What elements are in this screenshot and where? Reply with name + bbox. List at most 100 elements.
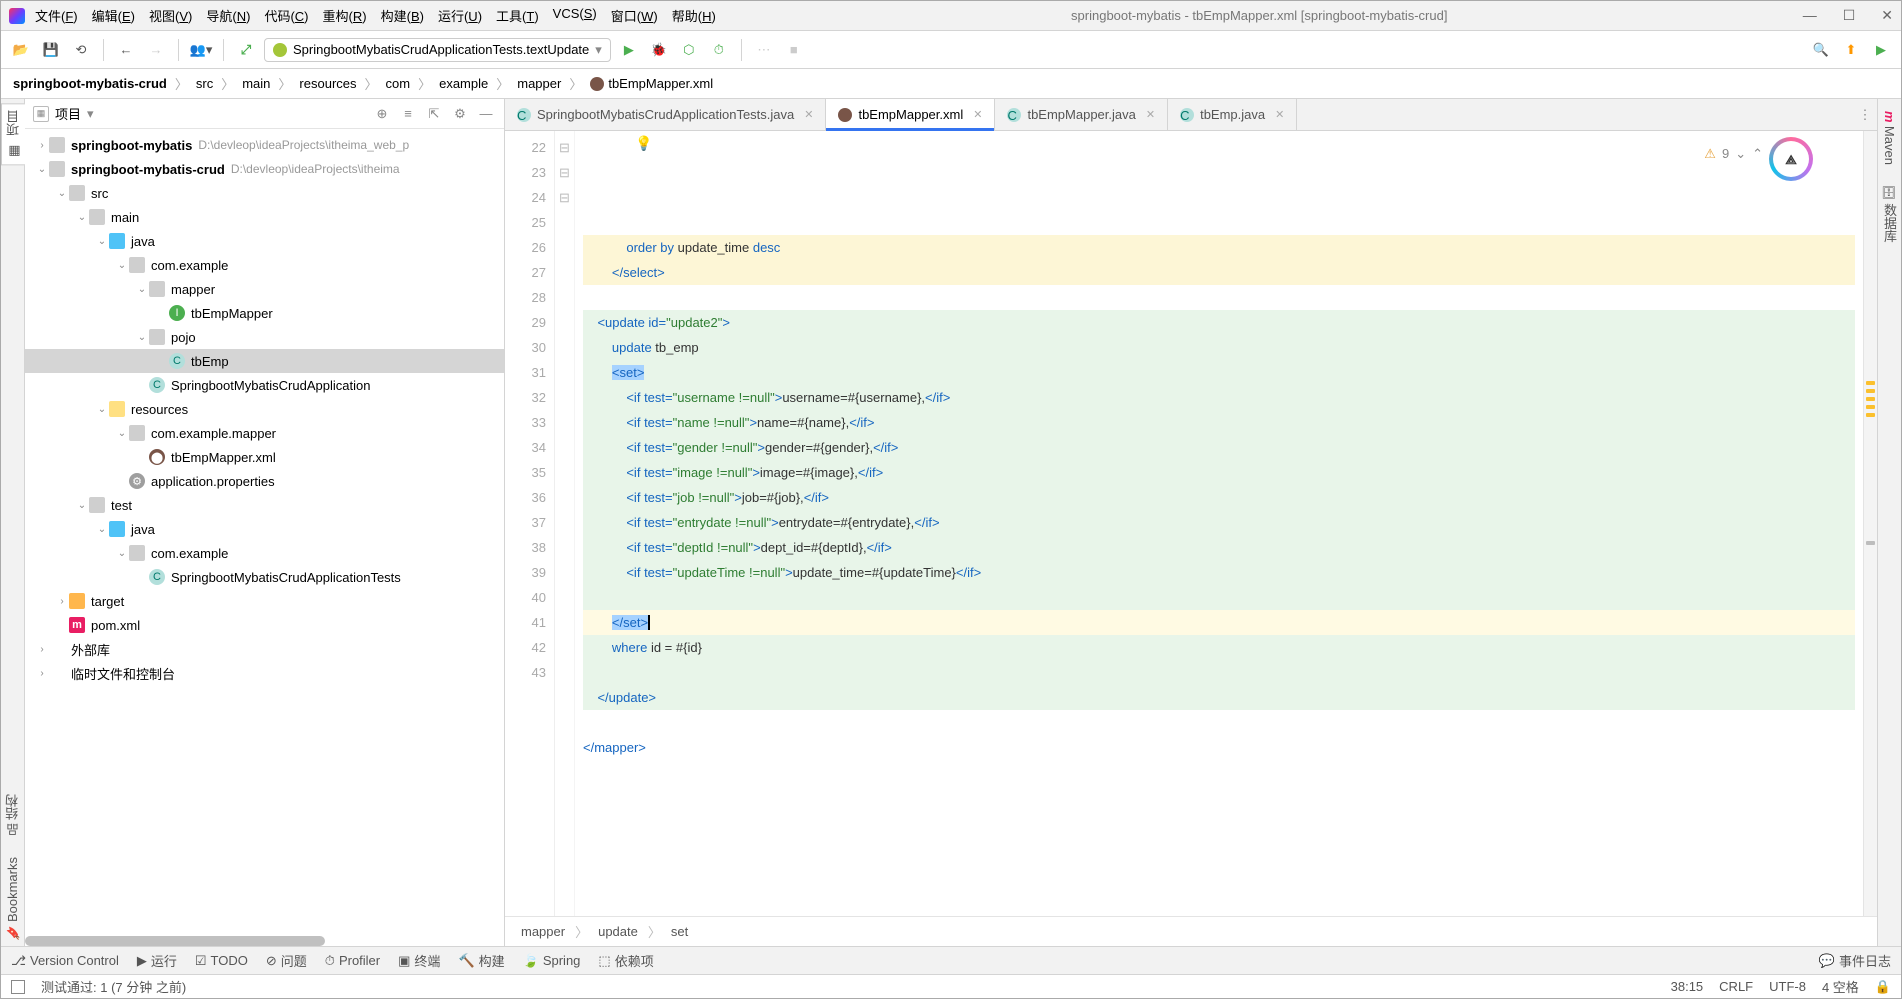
tree-row[interactable]: ⬤tbEmpMapper.xml [25,445,504,469]
code-line[interactable] [583,710,1855,735]
tree-row[interactable]: ⌄test [25,493,504,517]
code-area[interactable]: ⟁ ⚠9 ⌄ ⌃ order by update_time desc </sel… [575,131,1863,916]
code-line[interactable] [583,285,1855,310]
code-line[interactable]: </update> [583,685,1855,710]
project-tool-tab[interactable]: ▦ 项目 [1,103,25,165]
locate-icon[interactable]: ⊕ [372,104,392,124]
code-line[interactable]: <update id="update2"> [583,310,1855,335]
code-line[interactable]: <if test="entrydate !=null">entrydate=#{… [583,510,1855,535]
editor-tab[interactable]: ●tbEmpMapper.xml✕ [826,99,995,130]
breadcrumb-item[interactable]: example [439,76,488,91]
tree-row[interactable]: ›target [25,589,504,613]
bottom-tool-运行[interactable]: ▶ 运行 [137,951,177,970]
code-line[interactable]: order by update_time desc [583,235,1855,260]
bottom-tool-终端[interactable]: ▣ 终端 [398,951,440,970]
minimize-button[interactable]: — [1803,7,1817,24]
project-tree[interactable]: ›springboot-mybatisD:\devleop\ideaProjec… [25,129,504,946]
tree-row[interactable]: ⚙application.properties [25,469,504,493]
status-lock-icon[interactable]: 🔒 [1875,979,1891,995]
attach-icon[interactable]: ⋯ [752,38,776,62]
tree-row[interactable]: mpom.xml [25,613,504,637]
code-line[interactable] [583,660,1855,685]
menu-item[interactable]: 工具(T) [496,6,539,25]
bottom-tool-构建[interactable]: 🔨 构建 [458,951,504,970]
tree-row[interactable]: CtbEmp [25,349,504,373]
run-config-selector[interactable]: SpringbootMybatisCrudApplicationTests.te… [264,38,611,62]
search-icon[interactable]: 🔍 [1809,38,1833,62]
code-line[interactable]: </mapper> [583,735,1855,760]
menu-item[interactable]: 帮助(H) [672,6,716,25]
tree-row[interactable]: ⌄src [25,181,504,205]
forward-icon[interactable]: → [144,38,168,62]
code-line[interactable]: <if test="name !=null">name=#{name},</if… [583,410,1855,435]
code-line[interactable]: </select> [583,260,1855,285]
users-icon[interactable]: 👥▾ [189,38,213,62]
editor-scrollbar[interactable] [1863,131,1877,916]
breadcrumb-item[interactable]: resources [299,76,356,91]
tree-row[interactable]: CSpringbootMybatisCrudApplication [25,373,504,397]
bottom-tool-version-control[interactable]: ⎇ Version Control [11,953,119,969]
debug-icon[interactable]: 🐞 [647,38,671,62]
sync-icon[interactable]: ⟲ [69,38,93,62]
menu-item[interactable]: VCS(S) [553,6,597,25]
menu-item[interactable]: 重构(R) [323,6,367,25]
tree-row[interactable]: ItbEmpMapper [25,301,504,325]
code-line[interactable]: <if test="gender !=null">gender=#{gender… [583,435,1855,460]
menu-item[interactable]: 导航(N) [206,6,250,25]
bottom-tool-todo[interactable]: ☑ TODO [195,953,248,969]
tab-close-icon[interactable]: ✕ [1275,108,1284,121]
bottom-tool-profiler[interactable]: ⏱ Profiler [325,953,380,969]
tree-row[interactable]: ›外部库 [25,637,504,661]
tree-row[interactable]: CSpringbootMybatisCrudApplicationTests [25,565,504,589]
breadcrumb-item[interactable]: main [242,76,270,91]
code-line[interactable]: <if test="image !=null">image=#{image},<… [583,460,1855,485]
tab-close-icon[interactable]: ✕ [804,108,813,121]
breadcrumb-item[interactable]: src [196,76,213,91]
breadcrumb-item[interactable]: com [386,76,411,91]
code-line[interactable]: <set> [583,360,1855,385]
menu-item[interactable]: 构建(B) [381,6,424,25]
horizontal-scrollbar[interactable] [25,936,325,946]
expand-icon[interactable]: ≡ [398,104,418,124]
tree-row[interactable]: ›临时文件和控制台 [25,661,504,685]
tree-row[interactable]: ⌄mapper [25,277,504,301]
bookmarks-tool-tab[interactable]: 🔖 Bookmarks [3,851,22,946]
tree-row[interactable]: ⌄java [25,229,504,253]
code-line[interactable]: where id = #{id} [583,635,1855,660]
back-icon[interactable]: ← [114,38,138,62]
tree-row[interactable]: ⌄resources [25,397,504,421]
stop-icon[interactable]: ■ [782,38,806,62]
code-crumb-item[interactable]: update [598,924,638,939]
breadcrumb-item[interactable]: tbEmpMapper.xml [590,76,713,92]
menu-item[interactable]: 运行(U) [438,6,482,25]
editor-tab[interactable]: CSpringbootMybatisCrudApplicationTests.j… [505,99,826,130]
bottom-tool-依赖项[interactable]: ⬚ 依赖项 [598,951,653,970]
status-spaces[interactable]: 4 空格 [1822,977,1859,996]
tree-row[interactable]: ⌄pojo [25,325,504,349]
tree-row[interactable]: ⌄com.example.mapper [25,421,504,445]
open-icon[interactable]: 📂 [9,38,33,62]
save-icon[interactable]: 💾 [39,38,63,62]
menu-item[interactable]: 窗口(W) [611,6,658,25]
ai-assistant-orb[interactable]: ⟁ [1769,137,1813,181]
code-line[interactable]: <if test="username !=null">username=#{us… [583,385,1855,410]
database-tool-tab[interactable]: 🗄 数据库 [1878,181,1901,247]
code-line[interactable]: 💡 </set> [583,610,1855,635]
structure-tool-tab[interactable]: 品 结构 [1,788,24,841]
tab-close-icon[interactable]: ✕ [973,108,982,121]
breadcrumb-item[interactable]: springboot-mybatis-crud [13,76,167,91]
status-enc[interactable]: UTF-8 [1769,979,1806,994]
breadcrumb-item[interactable]: mapper [517,76,561,91]
maven-tool-tab[interactable]: m Maven [1880,107,1899,169]
run-icon[interactable]: ▶ [617,38,641,62]
settings-icon[interactable]: ⚙ [450,104,470,124]
tree-row[interactable]: ⌄com.example [25,541,504,565]
bottom-tool-问题[interactable]: ⊘ 问题 [266,951,307,970]
menu-item[interactable]: 视图(V) [149,6,192,25]
code-line[interactable]: <if test="updateTime !=null">update_time… [583,560,1855,585]
project-view-icon[interactable]: ▦ [33,106,49,122]
status-box-icon[interactable] [11,980,25,994]
menu-item[interactable]: 代码(C) [264,6,308,25]
editor-tab[interactable]: CtbEmpMapper.java✕ [995,99,1168,130]
tree-row[interactable]: ⌄java [25,517,504,541]
